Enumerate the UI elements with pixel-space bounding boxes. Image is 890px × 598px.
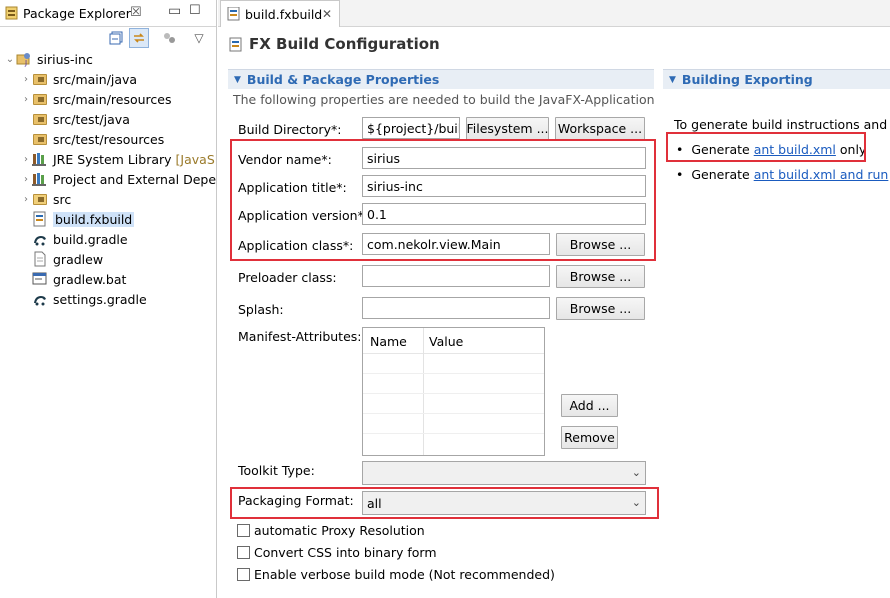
- chevron-right-icon[interactable]: ›: [20, 74, 32, 85]
- maximize-icon[interactable]: ☐: [189, 3, 201, 18]
- chevron-right-icon[interactable]: ›: [20, 174, 32, 185]
- chevron-right-icon[interactable]: ›: [20, 94, 32, 105]
- package-folder-icon: [32, 71, 48, 87]
- row-divider: [363, 393, 544, 394]
- checkbox-box[interactable]: [237, 546, 250, 559]
- chevron-right-icon[interactable]: ›: [20, 194, 32, 205]
- tree-item-gradlew[interactable]: gradlew: [20, 249, 103, 269]
- tree-item-src-test-java[interactable]: src/test/java: [20, 109, 130, 129]
- package-explorer-view: Package Explorer ☒ ▭ ☐ ▽ ⌄ J sirius-inc …: [0, 0, 217, 598]
- bullet-icon: •: [676, 167, 692, 182]
- tree-item-settings-gradle[interactable]: settings.gradle: [20, 289, 147, 309]
- fxbuild-file-icon: [227, 6, 241, 24]
- browse-preloader-button[interactable]: Browse ...: [556, 265, 645, 288]
- tab-build-fxbuild[interactable]: build.fxbuild ✕: [220, 0, 340, 27]
- section-collapse-icon[interactable]: ▼: [234, 75, 241, 85]
- browse-splash-button[interactable]: Browse ...: [556, 297, 645, 320]
- highlight-box-required-fields: [230, 139, 656, 261]
- fxbuild-file-icon: [32, 211, 48, 227]
- preloader-class-label: Preloader class:: [238, 270, 337, 285]
- library-icon: [32, 171, 48, 187]
- toolkit-type-label: Toolkit Type:: [238, 463, 315, 478]
- page-title: FX Build Configuration: [249, 35, 440, 53]
- splash-label: Splash:: [238, 302, 284, 317]
- preloader-class-field[interactable]: [362, 265, 550, 287]
- filesystem-button[interactable]: Filesystem ...: [466, 117, 549, 140]
- section-build-package-properties[interactable]: ▼ Build & Package Properties: [228, 69, 654, 89]
- svg-text:J: J: [24, 59, 27, 67]
- checkbox-box[interactable]: [237, 568, 250, 581]
- splash-field[interactable]: [362, 297, 550, 319]
- highlight-box-packaging-format: [230, 487, 659, 519]
- close-tab-icon[interactable]: ✕: [322, 7, 332, 21]
- close-icon[interactable]: ☒: [130, 5, 142, 20]
- ant-build-xml-and-run-link[interactable]: ant build.xml and run: [754, 167, 889, 182]
- build-directory-label: Build Directory*:: [238, 122, 342, 137]
- highlight-box-generate-ant: [666, 132, 866, 162]
- project-icon: J: [16, 51, 32, 67]
- chevron-down-icon[interactable]: ⌄: [4, 54, 16, 65]
- tree-item-build-fxbuild[interactable]: build.fxbuild: [20, 209, 135, 229]
- package-folder-icon: [32, 131, 48, 147]
- add-attribute-button[interactable]: Add ...: [561, 394, 618, 417]
- column-header-name[interactable]: Name: [370, 334, 407, 349]
- tree-item-jre-system-library[interactable]: › JRE System Library [JavaSE: [20, 149, 216, 169]
- generate-ant-run-item: • Generate ant build.xml and run: [676, 167, 889, 182]
- tree-item-src-main-resources[interactable]: › src/main/resources: [20, 89, 171, 109]
- checkbox-box[interactable]: [237, 524, 250, 537]
- building-intro-text: To generate build instructions and ex: [674, 117, 890, 132]
- row-divider: [363, 433, 544, 434]
- section-building-exporting[interactable]: ▼ Building Exporting: [663, 69, 890, 89]
- package-folder-icon: [32, 91, 48, 107]
- folder-icon: [32, 191, 48, 207]
- section-collapse-icon[interactable]: ▼: [669, 75, 676, 85]
- row-divider: [363, 373, 544, 374]
- package-folder-icon: [32, 111, 48, 127]
- view-menu-icon[interactable]: ▽: [190, 29, 208, 47]
- column-divider: [423, 328, 424, 455]
- fx-build-config-icon: [229, 37, 244, 55]
- tree-item-src[interactable]: › src: [20, 189, 71, 209]
- section-description: The following properties are needed to b…: [233, 92, 655, 107]
- tree-item-gradlew-bat[interactable]: gradlew.bat: [20, 269, 126, 289]
- column-header-value[interactable]: Value: [429, 334, 463, 349]
- table-header: Name Value: [363, 328, 544, 354]
- package-explorer-icon: [5, 6, 19, 20]
- library-icon: [32, 151, 48, 167]
- tree-item-src-main-java[interactable]: › src/main/java: [20, 69, 137, 89]
- batch-file-icon: [32, 271, 48, 287]
- manifest-attributes-label: Manifest-Attributes:: [238, 329, 362, 344]
- toolkit-type-select[interactable]: ⌄: [362, 461, 646, 485]
- build-directory-field[interactable]: ${project}/build: [362, 117, 460, 139]
- link-with-editor-icon[interactable]: [129, 28, 149, 48]
- tree-item-project-external-deps[interactable]: › Project and External Deper: [20, 169, 216, 189]
- tree-item-src-test-resources[interactable]: src/test/resources: [20, 129, 164, 149]
- explorer-tab-bar: Package Explorer ☒ ▭ ☐: [0, 0, 216, 27]
- workspace-button[interactable]: Workspace ...: [555, 117, 645, 140]
- minimize-icon[interactable]: ▭: [168, 3, 181, 19]
- row-divider: [363, 413, 544, 414]
- convert-css-checkbox[interactable]: Convert CSS into binary form: [237, 545, 437, 560]
- chevron-right-icon[interactable]: ›: [20, 154, 32, 165]
- tree-item-sirius-inc[interactable]: ⌄ J sirius-inc: [4, 49, 93, 69]
- collapse-all-icon[interactable]: [107, 29, 125, 47]
- proxy-resolution-checkbox[interactable]: automatic Proxy Resolution: [237, 523, 425, 538]
- chevron-down-icon: ⌄: [631, 466, 641, 479]
- remove-attribute-button[interactable]: Remove: [561, 426, 618, 449]
- manifest-attributes-table[interactable]: Name Value: [362, 327, 545, 456]
- file-icon: [32, 251, 48, 267]
- verbose-build-checkbox[interactable]: Enable verbose build mode (Not recommend…: [237, 567, 555, 582]
- filters-icon[interactable]: [160, 29, 178, 47]
- explorer-tab-title[interactable]: Package Explorer: [23, 6, 131, 21]
- tree-item-build-gradle[interactable]: build.gradle: [20, 229, 128, 249]
- gradle-icon: [32, 291, 48, 307]
- gradle-icon: [32, 231, 48, 247]
